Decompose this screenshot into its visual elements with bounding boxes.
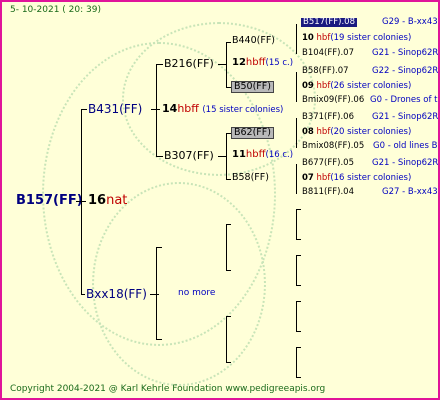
tree-line [226,224,227,270]
tree-line [226,316,231,317]
tree-line [218,64,226,65]
tree-line [156,247,162,248]
grandparent-name[interactable]: B216(FF) [164,58,214,69]
grandparent-count: 11hbff(16 c.) [232,149,294,160]
ancestor-name[interactable]: B371(FF).06 [302,113,354,122]
mother-note: no more [178,288,216,298]
tree-line [156,64,163,65]
tree-line [296,164,297,194]
copyright-footer: Copyright 2004-2021 @ Karl Kehrle Founda… [10,384,326,394]
tree-line [150,294,159,295]
father-name[interactable]: B431(FF) [88,103,142,115]
tree-line [156,156,163,157]
ancestor-count: 10 hbf(19 sister colonies) [302,33,412,43]
tree-line [296,377,301,378]
tree-line [156,339,162,340]
pedigree-chart: 5- 10-2021 ( 20: 39) B157(FF) 16nat B431… [0,0,440,400]
ancestor-tag: G22 - Sinop62R [372,66,439,76]
bee-watermark-body [92,182,266,386]
ancestor-name-highlighted[interactable]: B62(FF) [231,127,274,139]
tree-line [156,247,157,339]
ancestor-tag: G21 - Sinop62R [372,48,439,58]
ancestor-name[interactable]: B58(FF) [232,173,269,183]
tree-line [218,156,226,157]
ancestor-tag: G27 - B-xx43 [382,187,438,197]
tree-line [296,209,301,210]
subject-name[interactable]: B157(FF) [16,194,83,207]
ancestor-name-highlighted[interactable]: B517(FF).08 [301,18,357,27]
tree-line [81,294,85,295]
tree-line [226,133,227,179]
ancestor-name[interactable]: Bmix09(FF).06 [302,96,364,105]
ancestor-name[interactable]: B811(FF).04 [302,188,354,197]
ancestor-count: 08 hbf(20 sister colonies) [302,127,412,137]
ancestor-name[interactable]: B58(FF).07 [302,67,349,76]
ancestor-name[interactable]: B677(FF).05 [302,159,354,168]
ancestor-name[interactable]: B440(FF) [232,36,275,46]
ancestor-tag: G29 - B-xx43 [382,17,438,27]
tree-line [296,239,301,240]
tree-line [226,362,231,363]
tree-line [296,209,297,239]
tree-line [296,118,297,148]
tree-line [81,109,87,110]
tree-line [296,285,301,286]
tree-line [296,255,301,256]
tree-line [226,316,227,362]
ancestor-name-highlighted[interactable]: B50(FF) [231,81,274,93]
tree-line [226,224,231,225]
grandparent-count: 12hbff(15 c.) [232,57,294,68]
ancestor-tag: G21 - Sinop62R [372,158,439,168]
tree-line [226,87,231,88]
tree-line [81,109,82,295]
tree-line [296,301,301,302]
tree-line [156,64,157,156]
father-count: 14hbff (15 sister colonies) [162,102,284,115]
mother-name[interactable]: Bxx18(FF) [86,288,147,300]
tree-line [296,301,297,331]
tree-line [296,255,297,285]
subject-count: 16nat [88,193,128,208]
tree-line [296,24,297,54]
ancestor-count: 09 hbf(26 sister colonies) [302,81,412,91]
tree-line [296,72,297,102]
tree-line [226,133,231,134]
ancestor-count: 07 hbf(16 sister colonies) [302,173,412,183]
tree-line [226,270,231,271]
ancestor-tag: G0 - old lines B [373,141,438,151]
ancestor-tag: G21 - Sinop62R [372,112,439,122]
tree-line [296,347,297,377]
ancestor-name[interactable]: Bmix08(FF).05 [302,142,364,151]
date-stamp: 5- 10-2021 ( 20: 39) [10,5,101,15]
tree-line [226,42,227,88]
ancestor-name[interactable]: B104(FF).07 [302,49,354,58]
ancestor-tag: G0 - Drones of t [370,95,438,105]
tree-line [226,42,231,43]
tree-line [226,179,231,180]
grandparent-name[interactable]: B307(FF) [164,150,214,161]
tree-line [296,331,301,332]
tree-line [296,347,301,348]
